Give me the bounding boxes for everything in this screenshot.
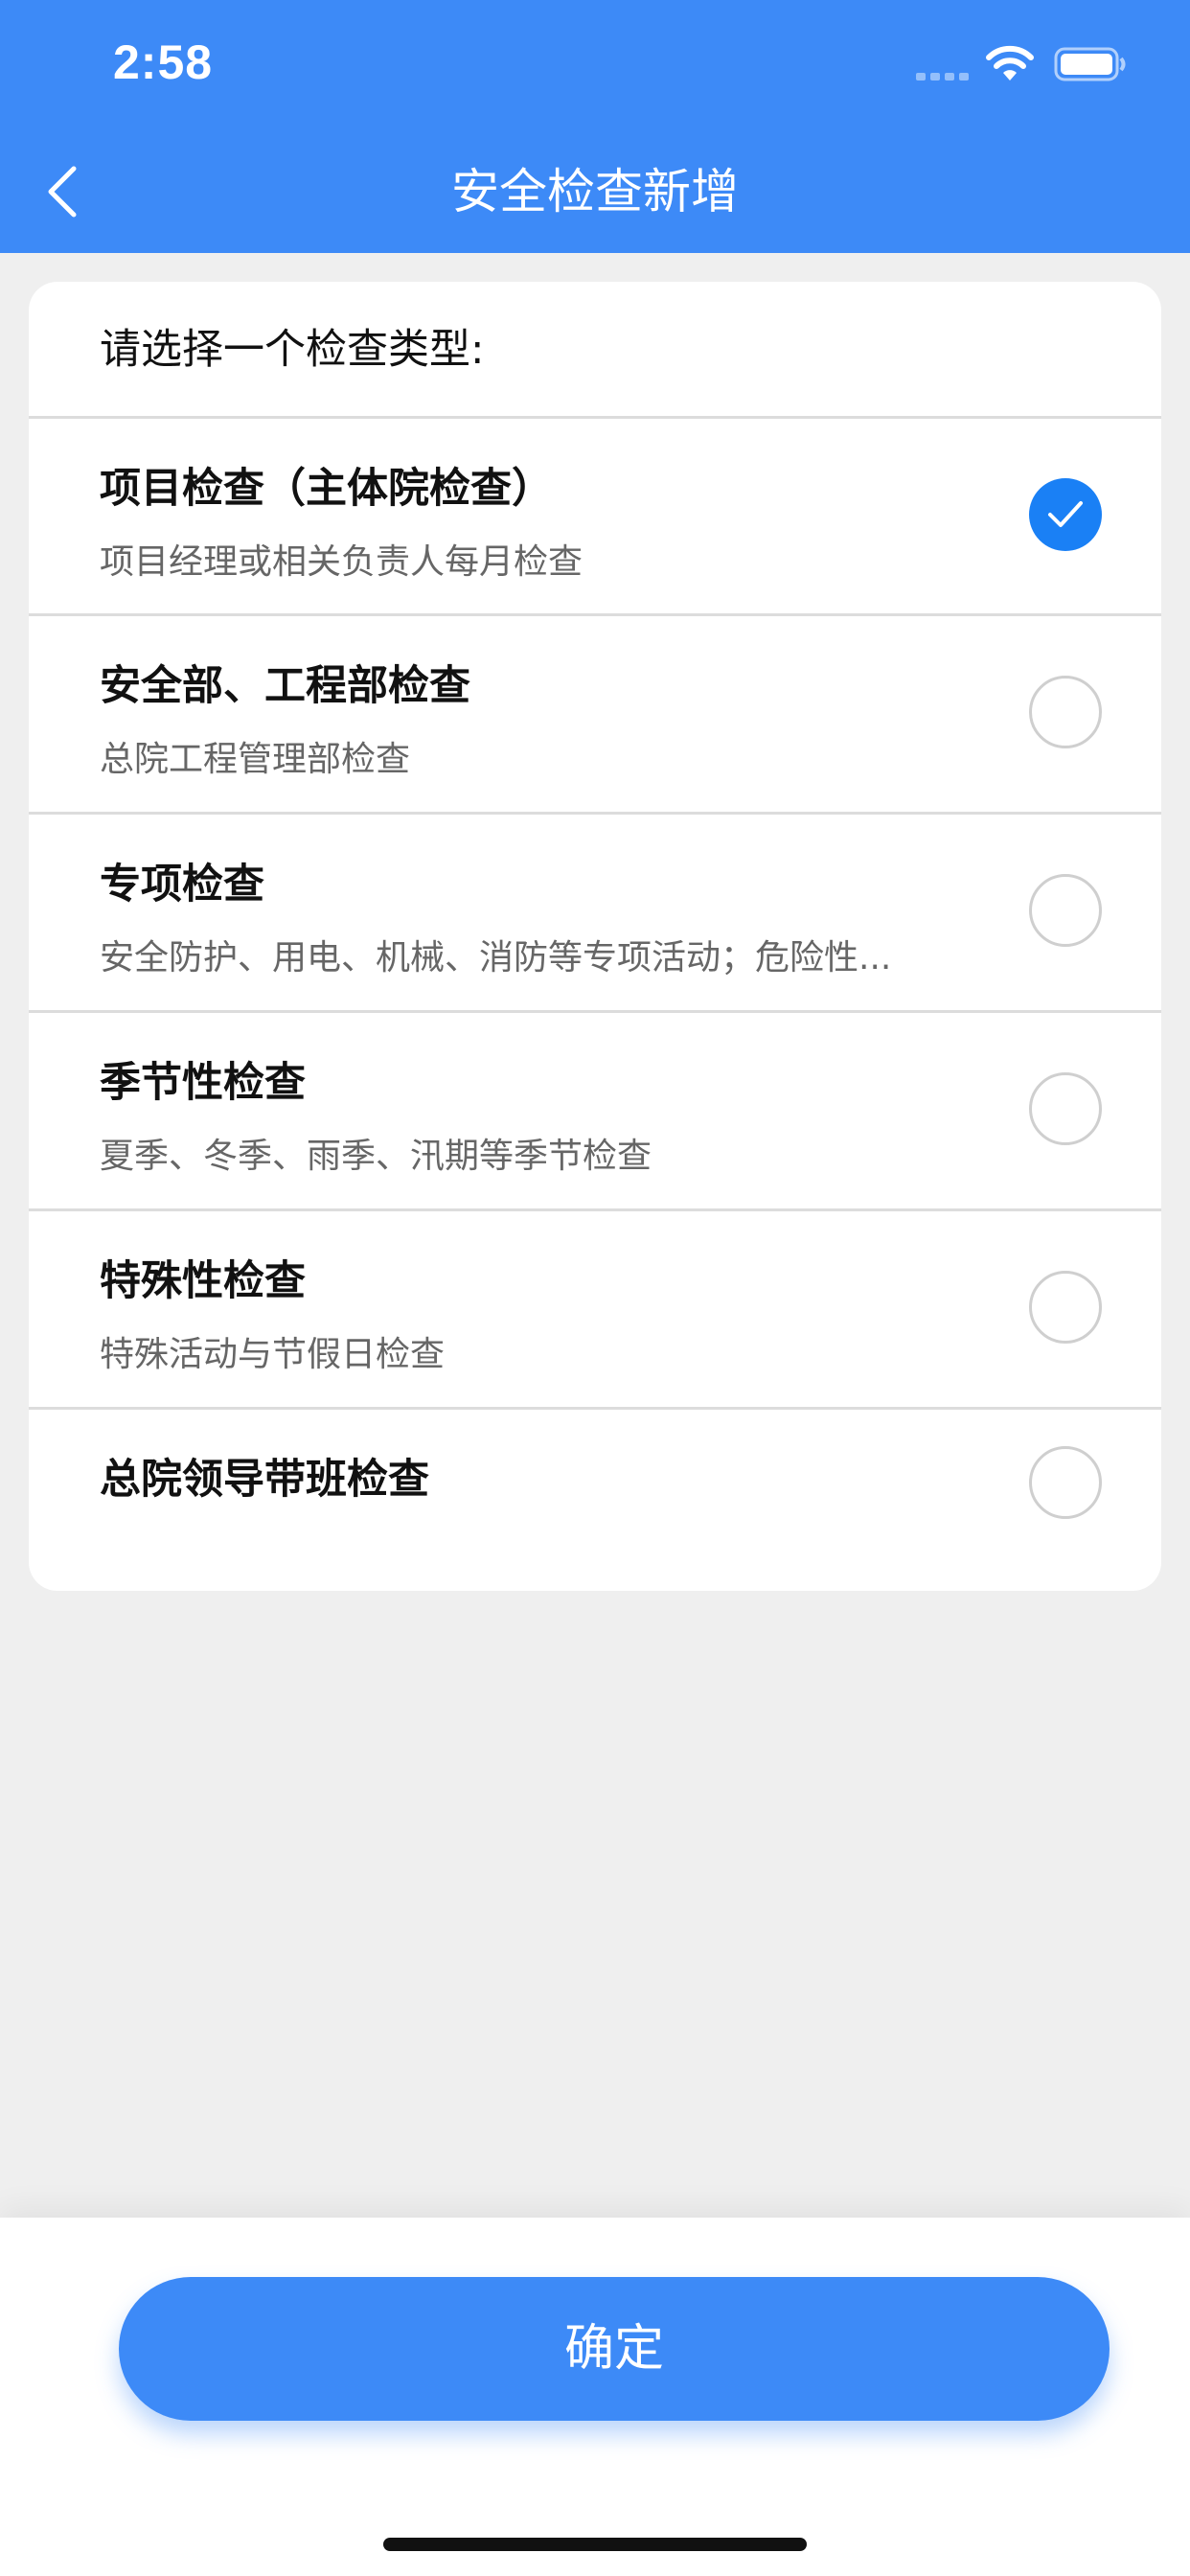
option-title: 总院领导带班检查: [100, 1456, 429, 1504]
option-special-inspection[interactable]: 专项检查 安全防护、用电、机械、消防等专项活动；危险性...: [29, 815, 1161, 1010]
option-description: 安全防护、用电、机械、消防等专项活动；危险性...: [100, 938, 892, 978]
header: 2:58 安全检查新增: [0, 0, 1190, 253]
page-title: 安全检查新增: [451, 164, 739, 219]
option-title: 项目检查（主体院检查）: [100, 465, 553, 513]
confirm-button[interactable]: 确定: [119, 2277, 1110, 2421]
option-leader-shift-inspection[interactable]: 总院领导带班检查: [29, 1410, 1161, 1591]
bottom-action-bar: 确定: [0, 2218, 1190, 2576]
option-title: 季节性检查: [100, 1059, 306, 1107]
option-title: 特殊性检查: [100, 1257, 306, 1305]
inspection-type-card: 请选择一个检查类型: 项目检查（主体院检查） 项目经理或相关负责人每月检查 安全…: [29, 282, 1161, 1591]
home-indicator: [383, 2538, 807, 2551]
radio-unselected[interactable]: [1029, 676, 1102, 748]
radio-selected[interactable]: [1029, 478, 1102, 551]
radio-unselected[interactable]: [1029, 1072, 1102, 1145]
radio-unselected[interactable]: [1029, 1271, 1102, 1344]
option-safety-engineering-inspection[interactable]: 安全部、工程部检查 总院工程管理部检查: [29, 616, 1161, 812]
option-seasonal-inspection[interactable]: 季节性检查 夏季、冬季、雨季、汛期等季节检查: [29, 1013, 1161, 1208]
option-project-inspection[interactable]: 项目检查（主体院检查） 项目经理或相关负责人每月检查: [29, 419, 1161, 614]
battery-icon: [1054, 47, 1126, 81]
option-description: 特殊活动与节假日检查: [100, 1335, 446, 1374]
option-special-occasion-inspection[interactable]: 特殊性检查 特殊活动与节假日检查: [29, 1211, 1161, 1407]
radio-unselected[interactable]: [1029, 1446, 1102, 1519]
cellular-signal-icon: [916, 73, 969, 80]
option-description: 总院工程管理部检查: [100, 740, 411, 779]
status-time: 2:58: [113, 35, 214, 89]
option-title: 专项检查: [100, 861, 264, 908]
option-title: 安全部、工程部检查: [100, 662, 470, 710]
wifi-icon: [986, 45, 1034, 80]
prompt-label: 请选择一个检查类型:: [100, 326, 485, 374]
option-description: 夏季、冬季、雨季、汛期等季节检查: [100, 1137, 652, 1176]
option-description: 项目经理或相关负责人每月检查: [100, 542, 584, 582]
checkmark-icon: [1048, 501, 1083, 527]
radio-unselected[interactable]: [1029, 874, 1102, 947]
